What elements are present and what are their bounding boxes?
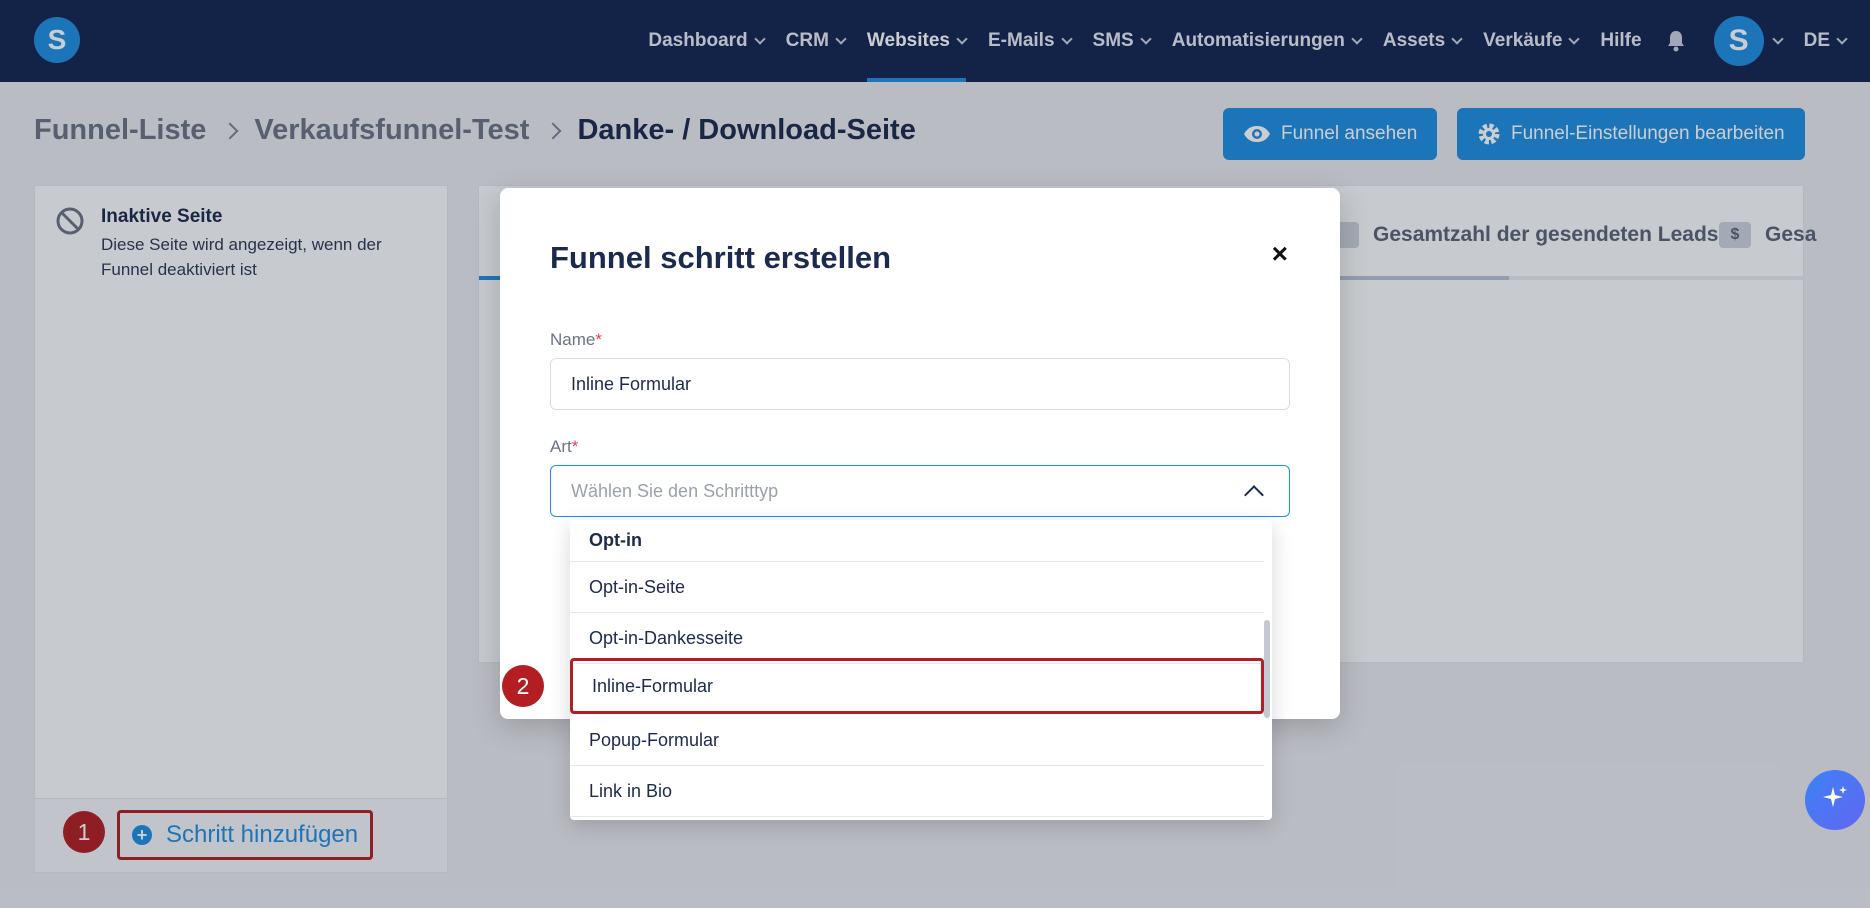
- modal-title: Funnel schritt erstellen: [550, 240, 892, 275]
- dropdown-scrollbar[interactable]: [1264, 620, 1270, 718]
- type-label-text: Art: [550, 437, 572, 456]
- step-type-dropdown: Opt-in Opt-in-Seite Opt-in-Dankesseite I…: [570, 520, 1272, 820]
- name-input[interactable]: Inline Formular: [550, 358, 1290, 410]
- dropdown-option[interactable]: Popup-Formular: [570, 715, 1264, 766]
- dropdown-group-optin: Opt-in: [570, 520, 1264, 562]
- close-icon[interactable]: ×: [1272, 238, 1288, 270]
- sparkle-icon: [1821, 784, 1849, 817]
- dropdown-option[interactable]: Opt-in-Seite: [570, 562, 1264, 613]
- name-input-value: Inline Formular: [571, 373, 692, 394]
- required-marker: *: [595, 330, 602, 349]
- chevron-up-icon: [1244, 485, 1264, 505]
- ai-assistant-button[interactable]: [1805, 770, 1865, 830]
- step-type-placeholder: Wählen Sie den Schritttyp: [571, 480, 779, 501]
- dropdown-option[interactable]: Link in Bio: [570, 766, 1264, 817]
- name-label-text: Name: [550, 330, 596, 349]
- dropdown-option[interactable]: Opt-in-Dankesseite: [570, 613, 1264, 664]
- name-field-label: Name*: [550, 330, 602, 350]
- annotation-badge-2: 2: [502, 665, 544, 707]
- type-field-label: Art*: [550, 437, 578, 457]
- dropdown-option-highlighted[interactable]: Inline-Formular: [570, 658, 1264, 714]
- required-marker: *: [571, 437, 579, 456]
- step-type-select[interactable]: Wählen Sie den Schritttyp: [550, 465, 1290, 517]
